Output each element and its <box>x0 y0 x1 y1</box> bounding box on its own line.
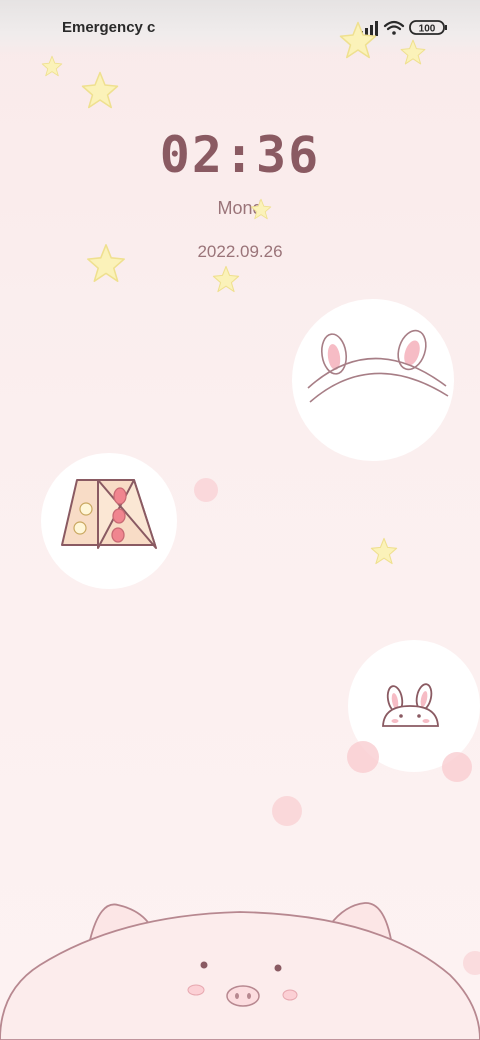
pink-bubbles <box>45 478 480 1001</box>
bunny-ears-icon <box>307 329 449 403</box>
sandwich-bubble <box>41 453 177 589</box>
battery-level: 100 <box>419 24 436 35</box>
status-bar: Emergency c 100 <box>0 0 480 56</box>
star-icon <box>41 55 63 77</box>
sandwich-icon <box>61 479 157 549</box>
weekday-label: Mond <box>217 198 263 218</box>
bunny-face-icon <box>382 683 439 727</box>
battery-icon: 100 <box>409 20 447 35</box>
star-icon <box>370 537 398 565</box>
date-label: 2022.09.26 <box>197 242 283 261</box>
bunny-face-bubble <box>348 640 480 772</box>
star-icon <box>81 71 119 109</box>
carrier-label: Emergency c <box>62 19 156 36</box>
signal-bars-icon <box>360 21 378 36</box>
bunny-ears-bubble <box>292 299 454 461</box>
status-icons: 100 <box>358 18 450 38</box>
wifi-icon <box>383 20 405 35</box>
pig-face-icon <box>0 902 480 1040</box>
star-icon <box>212 265 240 293</box>
lock-clock: 02:36 <box>159 126 321 184</box>
